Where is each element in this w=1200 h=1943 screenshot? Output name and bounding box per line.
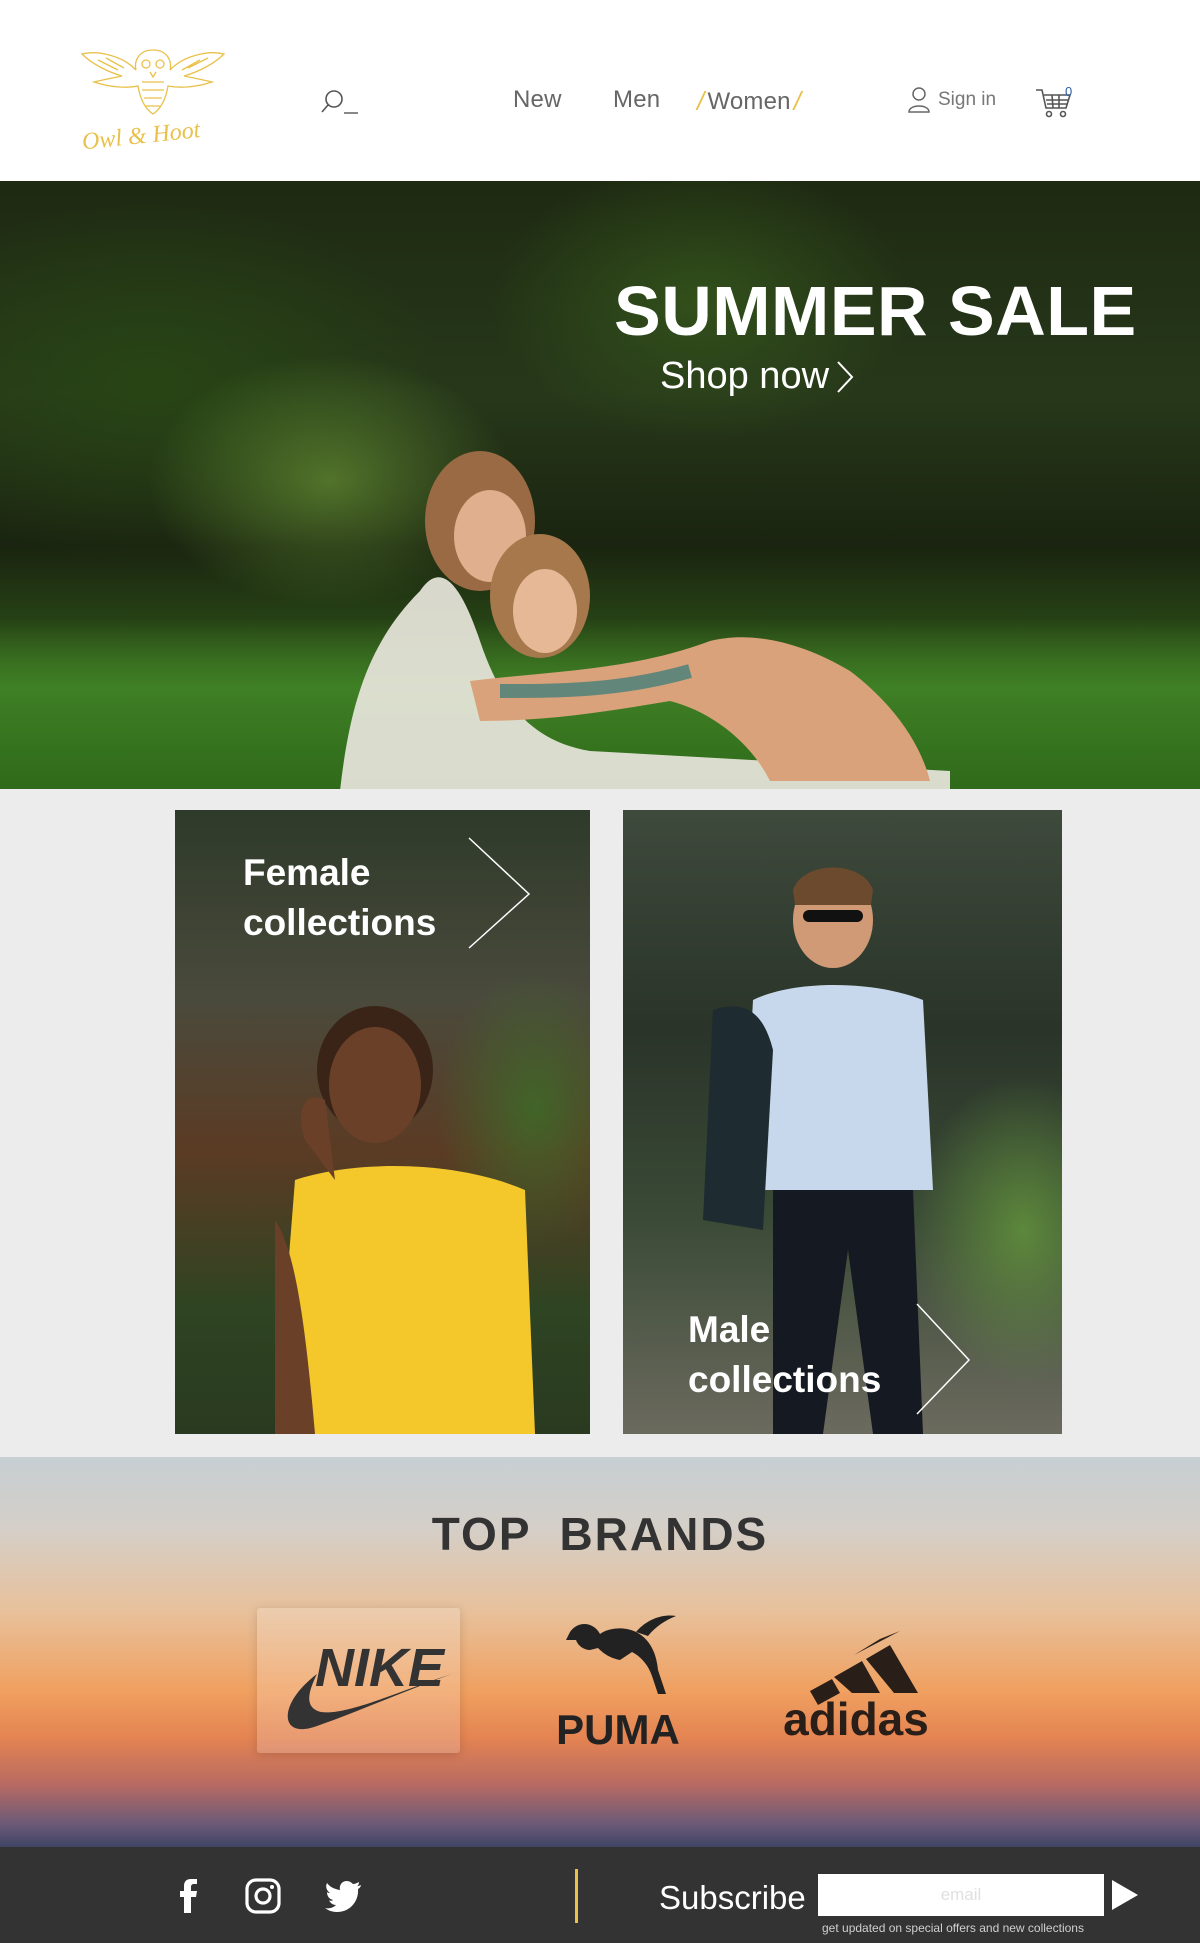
sign-in-label: Sign in [938,89,997,110]
female-collections-card[interactable]: Female collections [175,810,590,1434]
male-title-line1: Male [688,1309,771,1350]
top-brands-title: TOP BRANDS [431,1508,769,1560]
email-field[interactable] [818,1874,1104,1916]
svg-text:NIKE: NIKE [315,1638,446,1698]
nav-women-label: Women [707,87,791,115]
search-button[interactable] [320,88,364,118]
collections-section: Female collections Male collections [0,789,1200,1457]
brand-nike[interactable]: NIKE [257,1608,460,1753]
female-model-image [275,1006,535,1434]
sign-in-link[interactable]: Sign in [908,86,996,114]
nav-women[interactable]: / Women / [694,86,804,117]
instagram-link[interactable] [244,1877,282,1915]
subscribe-note: get updated on special offers and new co… [822,1921,1084,1935]
shop-now-label: Shop now [660,355,830,397]
svg-text:adidas: adidas [783,1693,929,1744]
brand-adidas[interactable]: adidas [770,1619,940,1745]
site-header: Owl & Hoot New Men / Women / Sign in 0 [0,0,1200,181]
chevron-right-icon [837,360,854,393]
svg-text:PUMA: PUMA [556,1706,680,1750]
footer-divider [575,1869,578,1923]
cart-count-badge: 0 [1065,84,1073,99]
hero-banner: SUMMER SALE Shop now [0,181,1200,789]
svg-text:Owl & Hoot: Owl & Hoot [81,117,203,152]
hero-title: SUMMER SALE [614,272,1137,350]
male-title-line2: collections [688,1359,882,1400]
hero-models-image [340,451,950,789]
female-title-line1: Female [243,852,371,893]
search-icon [321,90,358,114]
twitter-link[interactable] [325,1877,363,1915]
adidas-logo: adidas [783,1631,929,1745]
facebook-icon [180,1879,197,1913]
nav-new[interactable]: New [513,86,562,114]
male-collections-title: Male collections [688,1305,881,1405]
nike-logo: NIKE [287,1638,452,1730]
shop-now-link[interactable]: Shop now [660,355,855,398]
female-collections-title: Female collections [243,848,436,948]
male-collections-card[interactable]: Male collections [623,810,1062,1434]
female-title-line2: collections [243,902,437,943]
facebook-link[interactable] [170,1877,208,1915]
play-arrow-icon [1112,1880,1138,1910]
instagram-icon [245,1878,281,1914]
user-icon [908,87,930,113]
site-footer: Subscribe get updated on special offers … [0,1847,1200,1943]
brand-puma[interactable]: PUMA [548,1610,688,1753]
twitter-icon [325,1881,361,1912]
arrow-right-icon [916,1303,971,1415]
subscribe-label: Subscribe [659,1879,806,1916]
owl-and-hoot-logo[interactable]: Owl & Hoot [78,42,228,155]
top-brands-section: TOP BRANDS NIKE PUMA adidas [0,1457,1200,1847]
arrow-right-icon [468,837,531,949]
nav-men[interactable]: Men [613,86,660,114]
puma-logo: PUMA [556,1615,680,1753]
subscribe-submit-button[interactable] [1110,1878,1140,1912]
owl-logo-icon: Owl & Hoot [80,49,226,155]
active-marker-right: / [793,86,802,116]
active-marker-left: / [697,86,705,116]
